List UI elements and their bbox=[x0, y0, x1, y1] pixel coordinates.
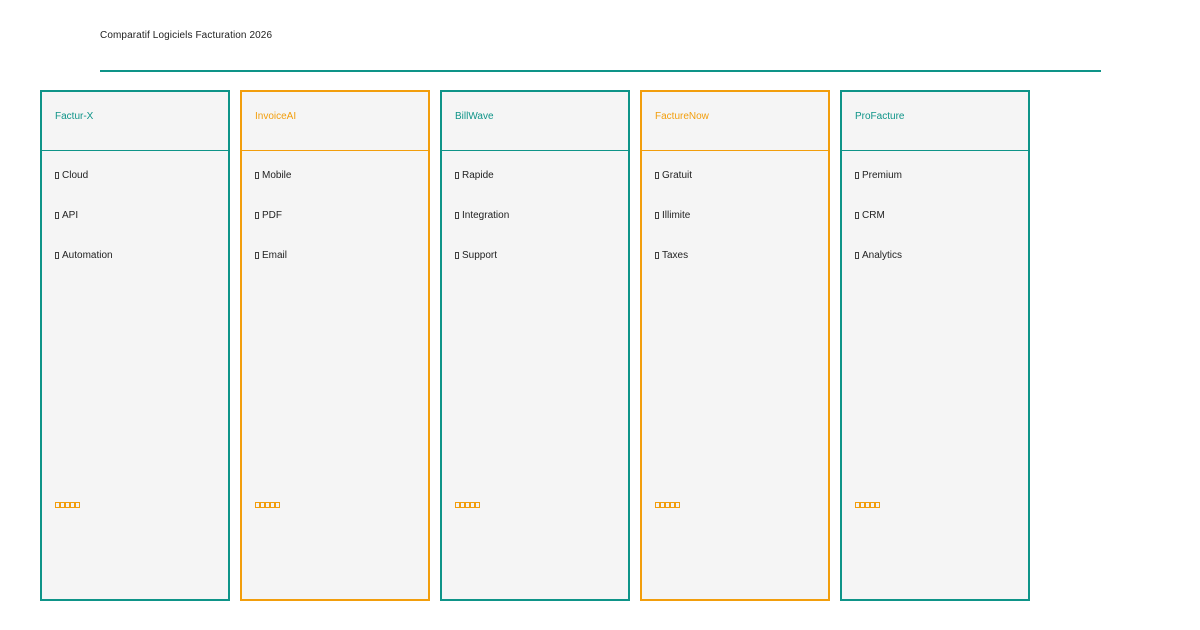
feature-item: API bbox=[55, 210, 228, 250]
feature-label: Rapide bbox=[462, 170, 494, 181]
feature-label: Support bbox=[462, 250, 498, 261]
feature-label: CRM bbox=[862, 210, 885, 221]
card-title: BillWave bbox=[442, 92, 628, 151]
feature-list: Cloud API Automation bbox=[42, 151, 228, 290]
feature-item: Rapide bbox=[455, 170, 628, 210]
feature-label: Analytics bbox=[862, 250, 903, 261]
check-icon bbox=[855, 172, 859, 179]
software-cards: Factur-X Cloud API Automation InvoiceAI … bbox=[40, 90, 1030, 601]
card-title: FactureNow bbox=[642, 92, 828, 151]
feature-item: Integration bbox=[455, 210, 628, 250]
check-icon bbox=[55, 172, 59, 179]
feature-item: Illimite bbox=[655, 210, 828, 250]
feature-label: Email bbox=[262, 250, 288, 261]
feature-item: Gratuit bbox=[655, 170, 828, 210]
feature-item: CRM bbox=[855, 210, 1028, 250]
feature-label: Integration bbox=[462, 210, 510, 221]
feature-item: Mobile bbox=[255, 170, 428, 210]
feature-label: Illimite bbox=[662, 210, 691, 221]
feature-label: Automation bbox=[62, 250, 113, 261]
check-icon bbox=[655, 172, 659, 179]
star-icon bbox=[475, 502, 480, 508]
feature-item: Premium bbox=[855, 170, 1028, 210]
feature-list: Gratuit Illimite Taxes bbox=[642, 151, 828, 290]
software-card-factur-x[interactable]: Factur-X Cloud API Automation bbox=[40, 90, 230, 601]
star-icon bbox=[675, 502, 680, 508]
check-icon bbox=[855, 212, 859, 219]
star-icon bbox=[875, 502, 880, 508]
star-rating bbox=[55, 502, 80, 508]
feature-item: Support bbox=[455, 250, 628, 290]
feature-item: Cloud bbox=[55, 170, 228, 210]
check-icon bbox=[455, 252, 459, 259]
feature-label: PDF bbox=[262, 210, 282, 221]
feature-item: Analytics bbox=[855, 250, 1028, 290]
check-icon bbox=[55, 252, 59, 259]
star-icon bbox=[275, 502, 280, 508]
feature-label: Taxes bbox=[662, 250, 689, 261]
check-icon bbox=[255, 172, 259, 179]
check-icon bbox=[55, 212, 59, 219]
card-title: ProFacture bbox=[842, 92, 1028, 151]
check-icon bbox=[455, 172, 459, 179]
feature-label: Cloud bbox=[62, 170, 89, 181]
comparison-page: Comparatif Logiciels Facturation 2026 Fa… bbox=[0, 0, 1200, 630]
software-card-profacture[interactable]: ProFacture Premium CRM Analytics bbox=[840, 90, 1030, 601]
software-card-invoiceai[interactable]: InvoiceAI Mobile PDF Email bbox=[240, 90, 430, 601]
star-rating bbox=[655, 502, 680, 508]
feature-list: Mobile PDF Email bbox=[242, 151, 428, 290]
check-icon bbox=[655, 212, 659, 219]
check-icon bbox=[455, 212, 459, 219]
feature-item: Taxes bbox=[655, 250, 828, 290]
feature-list: Premium CRM Analytics bbox=[842, 151, 1028, 290]
software-card-billwave[interactable]: BillWave Rapide Integration Support bbox=[440, 90, 630, 601]
check-icon bbox=[655, 252, 659, 259]
star-rating bbox=[455, 502, 480, 508]
feature-item: Email bbox=[255, 250, 428, 290]
feature-list: Rapide Integration Support bbox=[442, 151, 628, 290]
check-icon bbox=[855, 252, 859, 259]
feature-item: PDF bbox=[255, 210, 428, 250]
check-icon bbox=[255, 212, 259, 219]
title-divider bbox=[100, 70, 1101, 72]
feature-label: API bbox=[62, 210, 79, 221]
star-icon bbox=[75, 502, 80, 508]
page-title: Comparatif Logiciels Facturation 2026 bbox=[100, 30, 273, 41]
star-rating bbox=[255, 502, 280, 508]
feature-label: Premium bbox=[862, 170, 903, 181]
software-card-facturenow[interactable]: FactureNow Gratuit Illimite Taxes bbox=[640, 90, 830, 601]
feature-label: Gratuit bbox=[662, 170, 693, 181]
feature-label: Mobile bbox=[262, 170, 292, 181]
star-rating bbox=[855, 502, 880, 508]
card-title: InvoiceAI bbox=[242, 92, 428, 151]
check-icon bbox=[255, 252, 259, 259]
feature-item: Automation bbox=[55, 250, 228, 290]
card-title: Factur-X bbox=[42, 92, 228, 151]
